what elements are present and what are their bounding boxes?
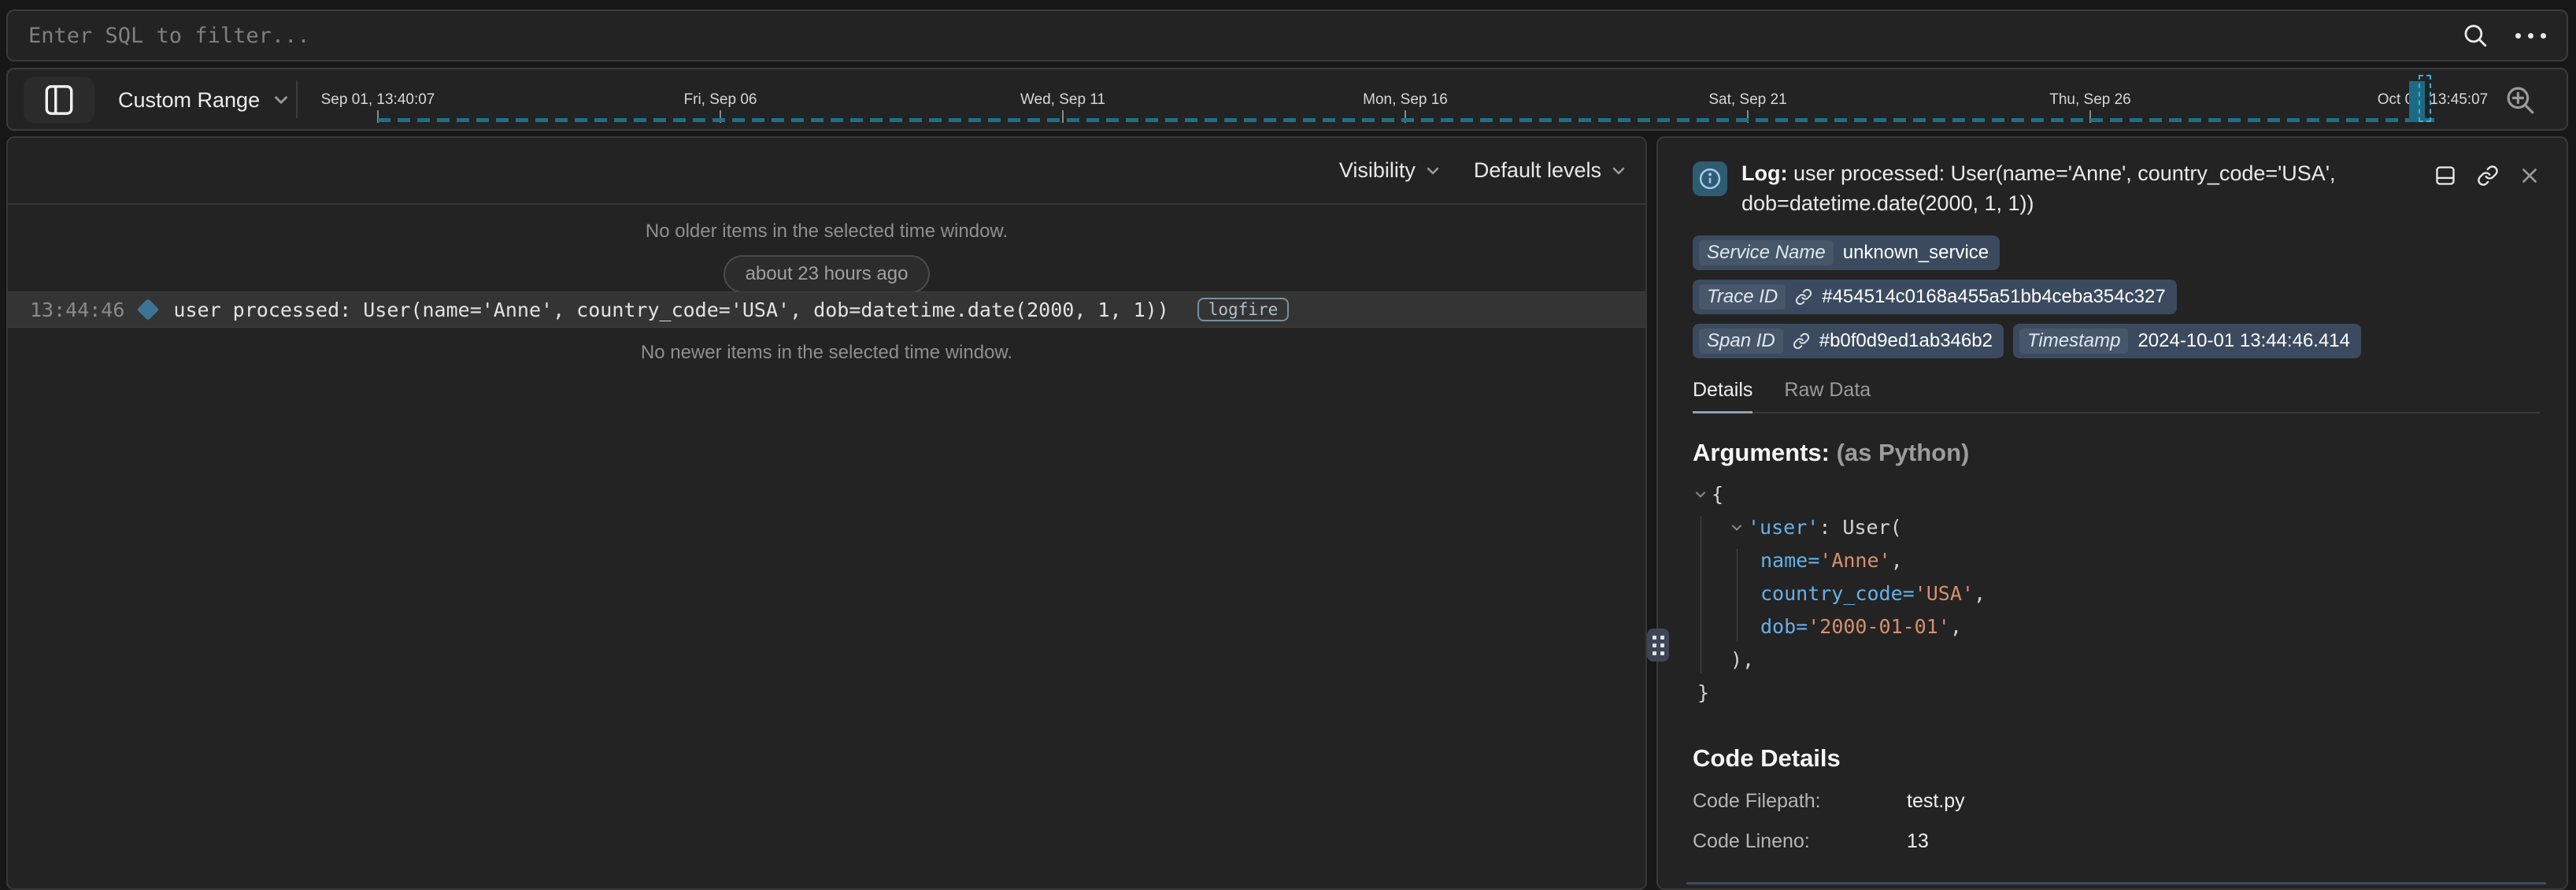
link-icon [1795, 288, 1812, 306]
code-filepath-row: Code Filepath: test.py [1693, 790, 2540, 813]
dock-bottom-icon[interactable] [2434, 165, 2456, 187]
close-icon[interactable] [2519, 165, 2540, 186]
arguments-code-tree: { 'user': User( name='Anne', country_cod… [1693, 478, 2540, 710]
indent-guide [1737, 549, 1738, 642]
log-list-panel: Visibility Default levels No older items… [6, 136, 1647, 890]
code-comma: , [1974, 577, 1986, 610]
chevron-down-icon [1609, 161, 1628, 180]
detail-header: Log: user processed: User(name='Anne', c… [1693, 158, 2540, 218]
copy-link-icon[interactable] [2477, 165, 2499, 187]
detail-title-line1: user processed: User(name='Anne', countr… [1793, 161, 2335, 185]
visibility-dropdown[interactable]: Visibility [1339, 158, 1442, 183]
detail-tabs: Details Raw Data [1693, 379, 2540, 413]
code-details-heading: Code Details [1693, 744, 2540, 773]
metadata-badges: Service Name unknown_service Trace ID #4… [1693, 235, 2464, 358]
time-ago-pill[interactable]: about 23 hours ago [724, 255, 931, 293]
code-comma: , [1950, 610, 1962, 643]
log-row-time: 13:44:46 [30, 299, 124, 321]
default-levels-label: Default levels [1474, 158, 1601, 183]
panel-resize-handle[interactable] [1647, 629, 1669, 662]
span-id-label: Span ID [1699, 328, 1783, 354]
arguments-heading-text: Arguments: [1693, 439, 1830, 466]
trace-id-value: #454514c0168a455a51bb4ceba354c327 [1822, 286, 2165, 308]
arguments-subheading: (as Python) [1837, 439, 1970, 466]
timeline-tick-label: Sat, Sep 21 [1657, 91, 1838, 109]
timeline-tick-label: Fri, Sep 06 [630, 91, 811, 109]
code-filepath-label: Code Filepath: [1693, 790, 1907, 813]
trace-id-label: Trace ID [1699, 284, 1786, 310]
log-detail-panel: Log: user processed: User(name='Anne', c… [1656, 136, 2568, 890]
code-close-paren: ), [1730, 643, 1754, 677]
code-user-key: 'user' [1748, 511, 1819, 544]
timeline-track[interactable]: Sep 01, 13:40:07 Fri, Sep 06 Wed, Sep 11… [8, 69, 2567, 129]
log-level-diamond-icon [137, 299, 159, 321]
code-lineno-row: Code Lineno: 13 [1693, 830, 2540, 853]
timeline-tick-label: Wed, Sep 11 [972, 91, 1153, 109]
service-name-badge: Service Name unknown_service [1693, 235, 2000, 270]
timestamp-badge: Timestamp 2024-10-01 13:44:46.414 [2013, 324, 2361, 358]
tab-raw-data[interactable]: Raw Data [1784, 379, 1871, 412]
detail-title-line2: dob=datetime.date(2000, 1, 1)) [1741, 191, 2034, 215]
code-field-key: name= [1760, 544, 1819, 577]
collapse-caret-icon[interactable] [1693, 487, 1708, 502]
detail-title: Log: user processed: User(name='Anne', c… [1741, 158, 2434, 218]
timeline-tick-label: Sep 01, 13:40:07 [287, 91, 468, 109]
timeline-selection[interactable] [2419, 75, 2431, 122]
span-id-badge[interactable]: Span ID #b0f0d9ed1ab346b2 [1693, 324, 2004, 358]
code-field-value: '2000-01-01' [1808, 610, 1950, 643]
code-comma: , [1891, 544, 1903, 577]
service-name-value: unknown_service [1843, 242, 1989, 264]
code-close-brace: } [1697, 677, 1709, 710]
code-lineno-value: 13 [1907, 830, 1929, 853]
log-list-body: No older items in the selected time wind… [8, 206, 1645, 888]
code-field-key: dob= [1760, 610, 1808, 643]
link-icon [1793, 332, 1810, 350]
timeline-tick-label: Mon, Sep 16 [1315, 91, 1496, 109]
code-lineno-label: Code Lineno: [1693, 830, 1907, 853]
no-newer-items-text: No newer items in the selected time wind… [8, 342, 1645, 364]
code-field-value: 'USA' [1915, 577, 1974, 610]
drag-dots-icon [1653, 636, 1664, 655]
detail-bottom-divider [1686, 882, 2546, 884]
trace-id-badge[interactable]: Trace ID #454514c0168a455a51bb4ceba354c3… [1693, 280, 2177, 314]
no-older-items-text: No older items in the selected time wind… [8, 221, 1645, 243]
detail-title-prefix: Log: [1741, 161, 1787, 185]
sql-filter-input[interactable] [28, 24, 2462, 48]
zoom-in-icon[interactable] [2504, 83, 2537, 117]
search-icon[interactable] [2462, 22, 2489, 49]
timeline-density-dashes [378, 118, 2434, 122]
timestamp-value: 2024-10-01 13:44:46.414 [2137, 330, 2350, 352]
visibility-label: Visibility [1339, 158, 1416, 183]
log-row-message: user processed: User(name='Anne', countr… [173, 299, 1168, 321]
timeline-tick-label: Thu, Sep 26 [2000, 91, 2181, 109]
span-id-value: #b0f0d9ed1ab346b2 [1819, 330, 1993, 352]
timeline-bar: Custom Range Sep 01, 13:40:07 Fri, Sep 0… [6, 68, 2568, 131]
service-name-label: Service Name [1699, 240, 1834, 265]
chevron-down-icon [1423, 161, 1442, 180]
log-list-header: Visibility Default levels [8, 138, 1645, 205]
log-row[interactable]: 13:44:46 user processed: User(name='Anne… [8, 291, 1645, 328]
tab-details[interactable]: Details [1693, 379, 1752, 413]
sql-filter-bar [6, 9, 2568, 61]
log-row-tag: logfire [1197, 298, 1290, 321]
code-field-key: country_code= [1760, 577, 1915, 610]
arguments-heading: Arguments: (as Python) [1693, 439, 2540, 467]
timeline-tick-label: Oct 01, 13:45:07 [2342, 91, 2523, 109]
collapse-caret-icon[interactable] [1729, 520, 1745, 536]
more-options-icon[interactable] [2515, 33, 2546, 39]
code-open-brace: { [1712, 478, 1723, 511]
info-level-icon [1693, 161, 1727, 196]
code-user-call: : User( [1819, 511, 1901, 544]
code-field-value: 'Anne' [1819, 544, 1890, 577]
code-filepath-value: test.py [1907, 790, 1965, 813]
default-levels-dropdown[interactable]: Default levels [1474, 158, 1628, 183]
timestamp-label: Timestamp [2019, 328, 2128, 354]
